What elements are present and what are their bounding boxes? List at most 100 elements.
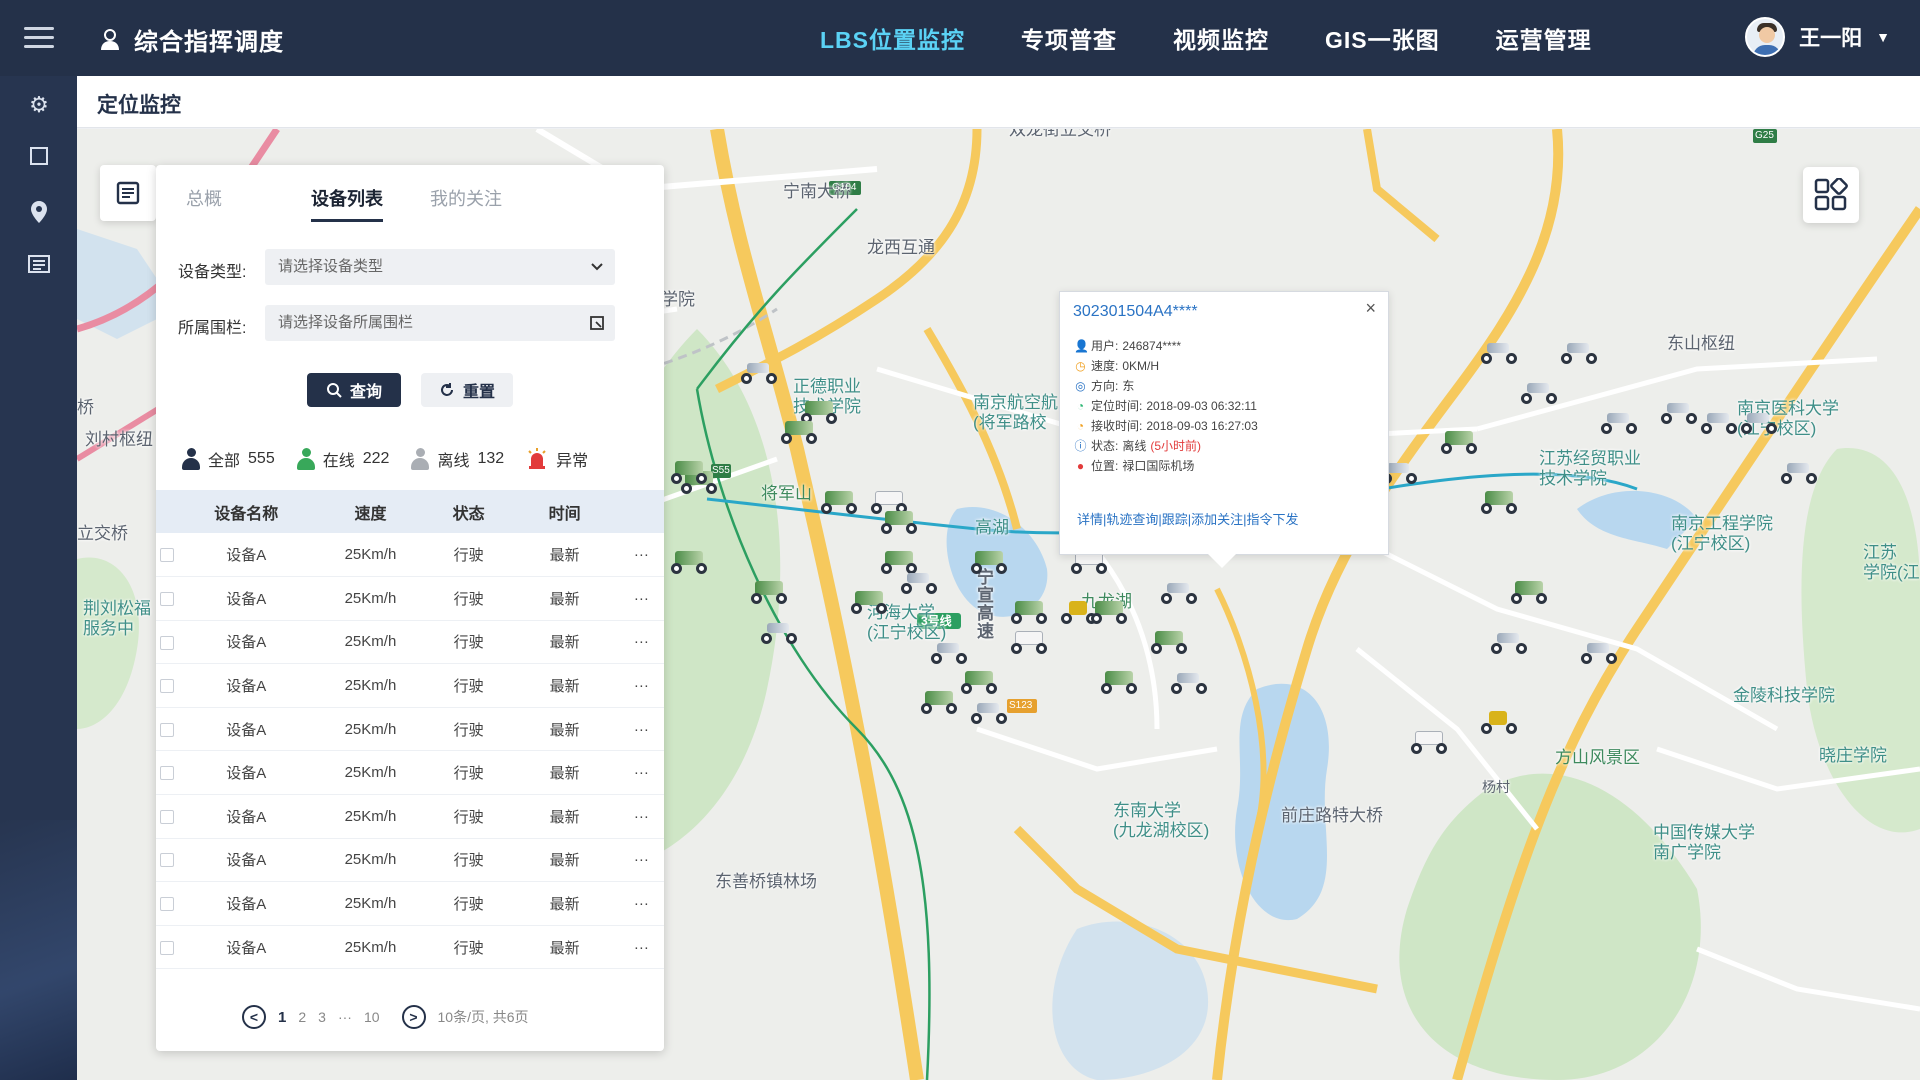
truck-marker-icon[interactable] [967, 549, 1011, 575]
truck-marker-icon[interactable] [1477, 489, 1521, 515]
table-row[interactable]: 设备A 25Km/h 行驶 最新 ··· [156, 620, 664, 665]
motorcycle-marker-icon[interactable] [1557, 339, 1601, 365]
table-row[interactable]: 设备A 25Km/h 行驶 最新 ··· [156, 881, 664, 926]
location-pin-icon[interactable] [26, 200, 52, 226]
truck-marker-icon[interactable] [1087, 599, 1131, 625]
truck-marker-icon[interactable] [747, 579, 791, 605]
stat-online[interactable]: 在线 222 [296, 447, 389, 471]
truck-marker-icon[interactable] [667, 459, 711, 485]
square-icon[interactable] [26, 146, 52, 172]
nav-operations[interactable]: 运营管理 [1496, 21, 1592, 55]
row-checkbox[interactable] [160, 679, 175, 694]
truck-marker-icon[interactable] [667, 549, 711, 575]
row-checkbox[interactable] [160, 940, 175, 955]
checkbox[interactable] [156, 620, 179, 665]
more-icon[interactable]: ··· [618, 750, 664, 796]
motorcycle-marker-icon[interactable] [757, 619, 801, 645]
truck-marker-icon[interactable] [877, 509, 921, 535]
more-icon[interactable]: ··· [618, 707, 664, 752]
chevron-down-icon[interactable]: ▼ [1876, 29, 1890, 45]
table-row[interactable]: 设备A 25Km/h 行驶 最新 ··· [156, 663, 664, 708]
truck-marker-icon[interactable] [817, 489, 861, 515]
motorcycle-marker-icon[interactable] [1697, 409, 1741, 435]
truck-marker-icon[interactable] [777, 419, 821, 445]
tab-overview[interactable]: 总概 [186, 185, 222, 211]
truck-marker-icon[interactable] [957, 669, 1001, 695]
motorcycle-marker-icon[interactable] [1167, 669, 1211, 695]
truck-marker-icon[interactable] [847, 589, 891, 615]
row-checkbox[interactable] [160, 548, 175, 563]
stat-all[interactable]: 全部 555 [182, 447, 275, 471]
motorcycle-marker-icon[interactable] [1477, 339, 1521, 365]
motorcycle-marker-icon[interactable] [1597, 409, 1641, 435]
motorcycle-marker-icon[interactable] [897, 569, 941, 595]
checkbox[interactable] [156, 750, 179, 796]
stat-offline[interactable]: 离线 132 [411, 447, 504, 471]
truck-marker-icon[interactable] [1437, 429, 1481, 455]
motorcycle-marker-icon[interactable] [1157, 579, 1201, 605]
panel-toggle-button[interactable] [100, 165, 156, 221]
more-icon[interactable]: ··· [618, 794, 664, 839]
motorcycle-marker-icon[interactable] [1577, 639, 1621, 665]
motorcycle-marker-icon[interactable] [1487, 629, 1531, 655]
truck-marker-icon[interactable] [1007, 629, 1051, 655]
more-icon[interactable]: ··· [618, 533, 664, 578]
page-10[interactable]: 10 [364, 1009, 380, 1025]
row-checkbox[interactable] [160, 591, 175, 606]
motorcycle-marker-icon[interactable] [1657, 399, 1701, 425]
stat-abnormal[interactable]: 异常 [526, 447, 588, 471]
table-row[interactable]: 设备A 25Km/h 行驶 最新 ··· [156, 707, 664, 752]
more-icon[interactable]: ··· [618, 620, 664, 665]
list-icon[interactable] [26, 254, 52, 280]
motorcycle-marker-icon[interactable] [1737, 409, 1781, 435]
next-page-icon[interactable]: > [401, 1005, 426, 1029]
col-time[interactable]: 时间 [510, 490, 619, 533]
more-icon[interactable]: ··· [618, 838, 664, 883]
close-icon[interactable]: × [1365, 298, 1376, 319]
more-icon[interactable]: ··· [618, 925, 664, 970]
motorcycle-marker-icon[interactable] [1777, 459, 1821, 485]
checkbox[interactable] [156, 881, 179, 926]
col-status[interactable]: 状态 [426, 490, 511, 533]
gear-icon[interactable]: ⚙ [26, 92, 52, 118]
checkbox[interactable] [156, 794, 179, 839]
query-button[interactable]: 查询 [307, 373, 401, 407]
motorcycle-marker-icon[interactable] [1517, 379, 1561, 405]
truck-marker-icon[interactable] [1407, 729, 1451, 755]
row-checkbox[interactable] [160, 722, 175, 737]
nav-video-monitor[interactable]: 视频监控 [1173, 21, 1269, 55]
popup-device-id[interactable]: 302301504A4**** [1073, 303, 1198, 321]
motorcycle-marker-icon[interactable] [927, 639, 971, 665]
checkbox[interactable] [156, 663, 179, 708]
more-icon[interactable]: ··· [618, 576, 664, 621]
table-row[interactable]: 设备A 25Km/h 行驶 最新 ··· [156, 925, 664, 970]
checkbox[interactable] [156, 533, 179, 578]
col-device-name[interactable]: 设备名称 [178, 490, 315, 533]
truck-marker-icon[interactable] [1097, 669, 1141, 695]
page-2[interactable]: 2 [298, 1009, 306, 1025]
table-row[interactable]: 设备A 25Km/h 行驶 最新 ··· [156, 576, 664, 621]
truck-marker-icon[interactable] [1507, 579, 1551, 605]
row-checkbox[interactable] [160, 853, 175, 868]
table-row[interactable]: 设备A 25Km/h 行驶 最新 ··· [156, 750, 664, 796]
user-menu[interactable]: 王一阳 ▼ [1745, 17, 1890, 57]
prev-page-icon[interactable]: < [242, 1005, 266, 1029]
hamburger-menu-icon[interactable] [24, 27, 54, 49]
truck-marker-icon[interactable] [917, 689, 961, 715]
more-icon[interactable]: ··· [618, 663, 664, 708]
page-1[interactable]: 1 [278, 1009, 286, 1026]
checkbox[interactable] [156, 576, 179, 621]
truck-marker-icon[interactable] [1007, 599, 1051, 625]
tab-my-follows[interactable]: 我的关注 [430, 185, 502, 211]
table-row[interactable]: 设备A 25Km/h 行驶 最新 ··· [156, 794, 664, 839]
row-checkbox[interactable] [160, 635, 175, 650]
nav-gis-map[interactable]: GIS一张图 [1325, 21, 1440, 55]
tab-device-list[interactable]: 设备列表 [311, 185, 383, 222]
checkbox[interactable] [156, 838, 179, 883]
table-row[interactable]: 设备A 25Km/h 行驶 最新 ··· [156, 838, 664, 883]
excavator-marker-icon[interactable] [1477, 709, 1521, 735]
row-checkbox[interactable] [160, 897, 175, 912]
row-checkbox[interactable] [160, 766, 175, 781]
reset-button[interactable]: 重置 [421, 373, 513, 407]
nav-lbs-monitor[interactable]: LBS位置监控 [820, 21, 965, 55]
